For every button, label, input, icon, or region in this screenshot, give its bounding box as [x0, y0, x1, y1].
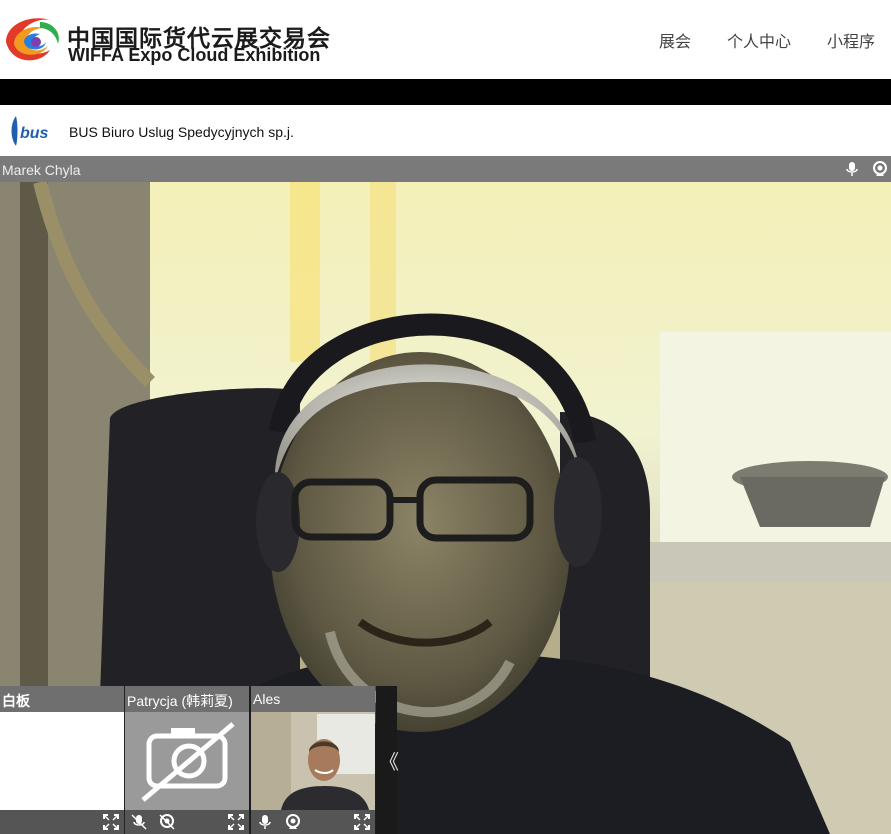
collapse-thumbnails-button[interactable]: 《: [376, 686, 399, 834]
thumbnail-footer: [251, 810, 375, 834]
top-nav: 展会 个人中心 小程序: [659, 28, 875, 52]
camera-off-icon: [141, 722, 235, 802]
thumbnail-title-bar: Ales: [251, 686, 375, 712]
thumbnail-label-ales: Ales: [253, 691, 281, 707]
camera-icon[interactable]: [284, 813, 302, 831]
bus-logo-text: bus: [20, 125, 49, 142]
main-participant-name: Marek Chyla: [2, 162, 81, 178]
nav-item-personal-center[interactable]: 个人中心: [727, 28, 791, 52]
camera-icon[interactable]: [871, 160, 889, 178]
thumbnail-title-bar: Patrycja (韩莉夏): [125, 686, 249, 712]
thumbnail-whiteboard[interactable]: 白板: [0, 686, 124, 834]
site-header: 中国国际货代云展交易会 WIFFA Expo Cloud Exhibition …: [0, 0, 891, 79]
camera-muted-icon[interactable]: [158, 813, 176, 831]
company-name: BUS Biuro Uslug Spedycyjnych sp.j.: [69, 124, 294, 140]
participant-video-feed: [251, 712, 375, 810]
thumbnail-title-bar: 白板: [0, 686, 124, 712]
microphone-icon[interactable]: [843, 160, 861, 178]
thumbnail-label-whiteboard: 白板: [2, 693, 30, 709]
thumbnail-footer: [125, 810, 249, 834]
fullscreen-icon[interactable]: [353, 813, 371, 831]
fullscreen-icon[interactable]: [102, 813, 120, 831]
microphone-icon[interactable]: [256, 813, 274, 831]
thumbnail-label-patrycja: Patrycja (韩莉夏): [127, 693, 233, 709]
wiffa-logo-icon: [6, 18, 59, 61]
header-divider-bar: [0, 79, 891, 105]
microphone-muted-icon[interactable]: [130, 813, 148, 831]
thumbnail-footer: [0, 810, 124, 834]
nav-item-mini-program[interactable]: 小程序: [827, 28, 875, 52]
thumbnail-participant-ales[interactable]: Ales: [251, 686, 375, 834]
chevron-double-left-icon: 《: [379, 752, 399, 774]
nav-item-exhibition[interactable]: 展会: [659, 28, 691, 52]
bus-company-logo: bus: [11, 116, 49, 146]
page: 中国国际货代云展交易会 WIFFA Expo Cloud Exhibition …: [0, 0, 891, 834]
camera-off-placeholder: [125, 712, 249, 810]
site-logo[interactable]: 中国国际货代云展交易会 WIFFA Expo Cloud Exhibition: [0, 10, 330, 70]
thumbnail-participant-patrycja[interactable]: Patrycja (韩莉夏): [125, 686, 249, 834]
logo-english-text: WIFFA Expo Cloud Exhibition: [68, 45, 321, 65]
participant-thumbnail-strip: 白板 Patrycja (韩莉夏) Ales 《: [0, 686, 399, 834]
company-bar: bus BUS Biuro Uslug Spedycyjnych sp.j.: [0, 105, 891, 156]
main-video-title-bar: Marek Chyla: [0, 156, 891, 182]
whiteboard-canvas[interactable]: [0, 712, 124, 810]
fullscreen-icon[interactable]: [227, 813, 245, 831]
